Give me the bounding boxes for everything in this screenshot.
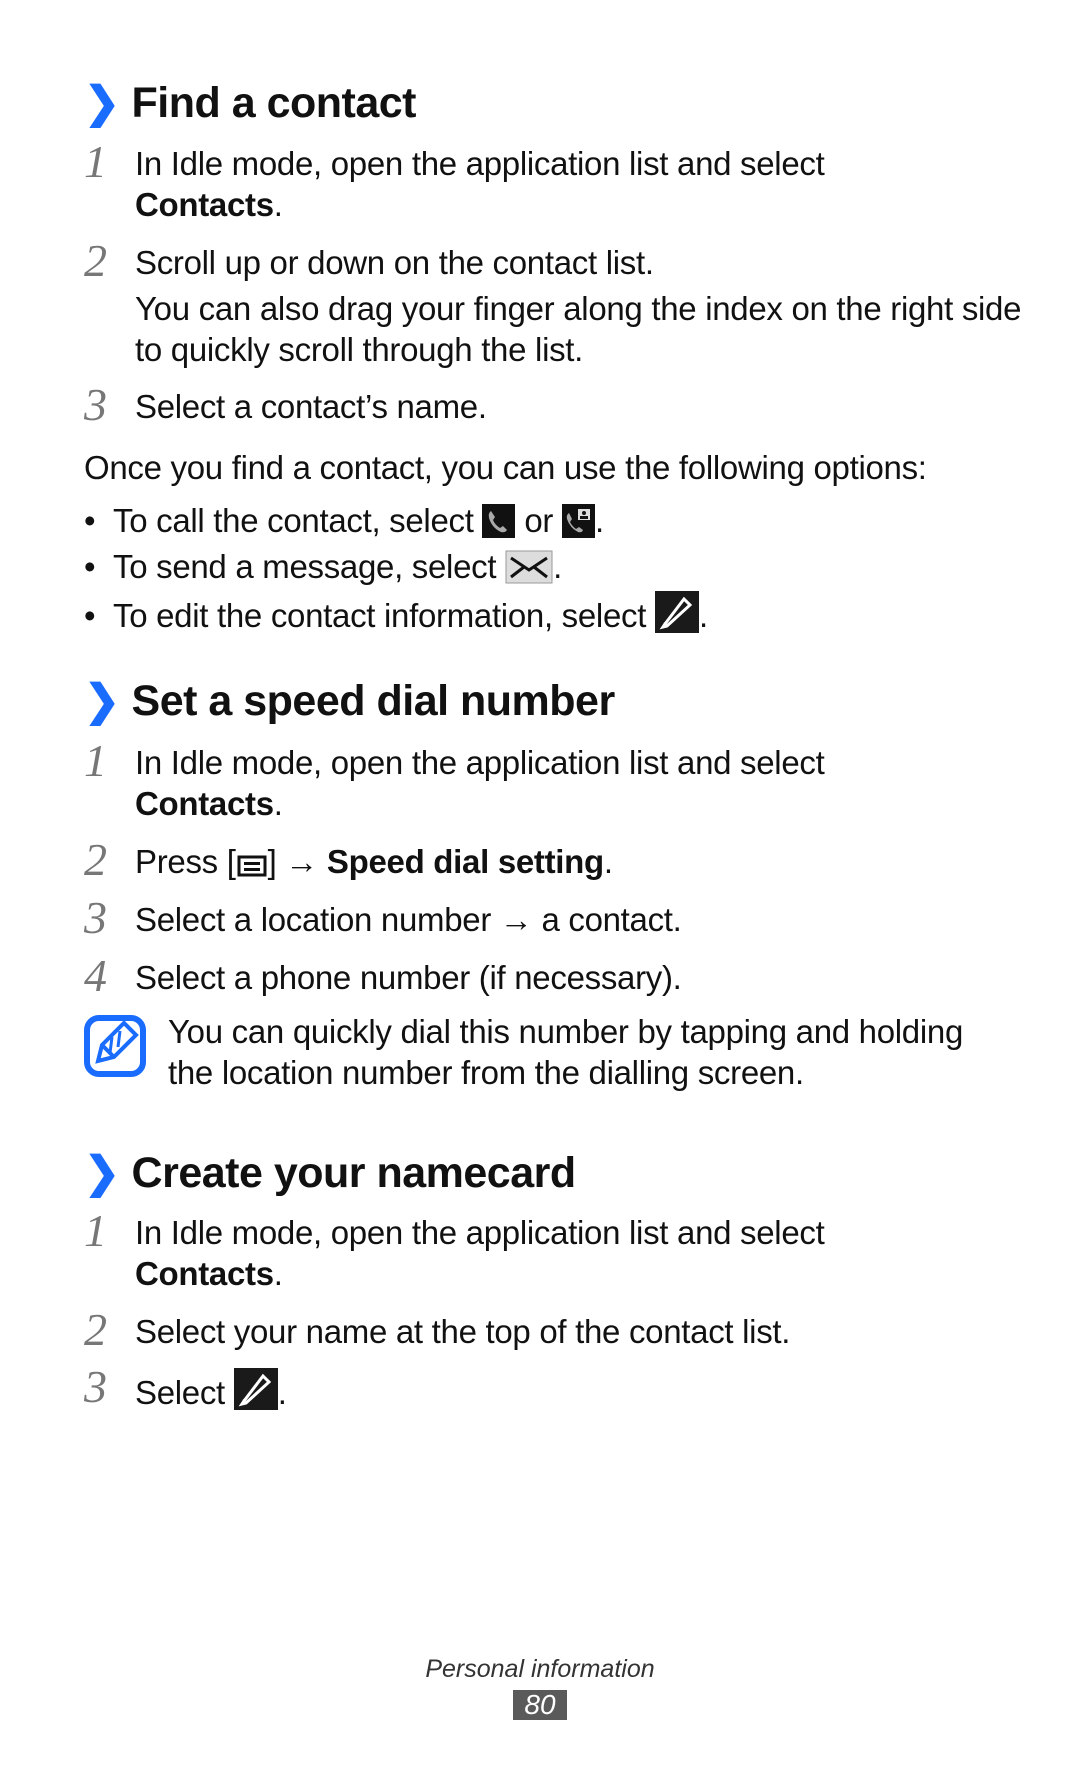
- options-intro: Once you find a contact, you can use the…: [84, 449, 927, 486]
- section-title-text: Set a speed dial number: [131, 677, 616, 725]
- step-text: Select your name at the top of the conta…: [135, 1313, 791, 1350]
- step-text: In Idle mode, open the application list …: [135, 1214, 825, 1292]
- step-text: In Idle mode, open the application list …: [135, 145, 825, 223]
- step-number: 1: [84, 735, 107, 786]
- section-title-text: Create your namecard: [131, 1149, 577, 1197]
- step-text: Select a contact’s name.: [135, 388, 487, 425]
- phone-call-icon: [482, 504, 516, 547]
- chevron-icon: ❯: [84, 1149, 120, 1197]
- step-number: 2: [84, 834, 107, 885]
- bullet-item: • To edit the contact information, select…: [84, 591, 708, 642]
- edit-pencil-icon: [233, 1368, 278, 1419]
- chevron-icon: ❯: [84, 677, 120, 725]
- section-title-text: Find a contact: [131, 79, 417, 127]
- message-icon: [505, 550, 553, 593]
- footer-section-label: Personal information: [425, 1655, 655, 1683]
- page-number: 80: [513, 1690, 567, 1720]
- step-text: Press [] → Speed dial setting.: [135, 841, 1035, 888]
- step-number: 4: [84, 950, 107, 1001]
- section-title-find-contact: ❯ Find a contact: [84, 78, 417, 128]
- step-text: Select a phone number (if necessary).: [135, 959, 682, 996]
- section-title-namecard: ❯ Create your namecard: [84, 1148, 576, 1198]
- step-number: 1: [84, 136, 107, 187]
- menu-key-icon: [236, 847, 268, 888]
- step-text: Scroll up or down on the contact list. Yo…: [135, 244, 1022, 368]
- step-number: 2: [84, 235, 107, 286]
- note-icon: [84, 1015, 146, 1082]
- step-number: 1: [84, 1205, 107, 1256]
- step-number: 3: [84, 379, 107, 430]
- note-text: You can quickly dial this number by tapp…: [168, 1013, 963, 1091]
- step-number: 3: [84, 1361, 107, 1412]
- bullet-item: • To send a message, select .: [84, 546, 562, 593]
- step-number: 2: [84, 1304, 107, 1355]
- step-text: In Idle mode, open the application list …: [135, 744, 825, 822]
- step-text: Select .: [135, 1368, 1035, 1419]
- bullet-item: • To call the contact, select or .: [84, 500, 604, 547]
- step-number: 3: [84, 892, 107, 943]
- chevron-icon: ❯: [84, 79, 120, 127]
- section-title-speed-dial: ❯ Set a speed dial number: [84, 676, 615, 726]
- edit-pencil-icon: [654, 591, 699, 642]
- step-text: Select a location number → a contact.: [135, 901, 682, 938]
- contact-call-icon: [561, 504, 595, 547]
